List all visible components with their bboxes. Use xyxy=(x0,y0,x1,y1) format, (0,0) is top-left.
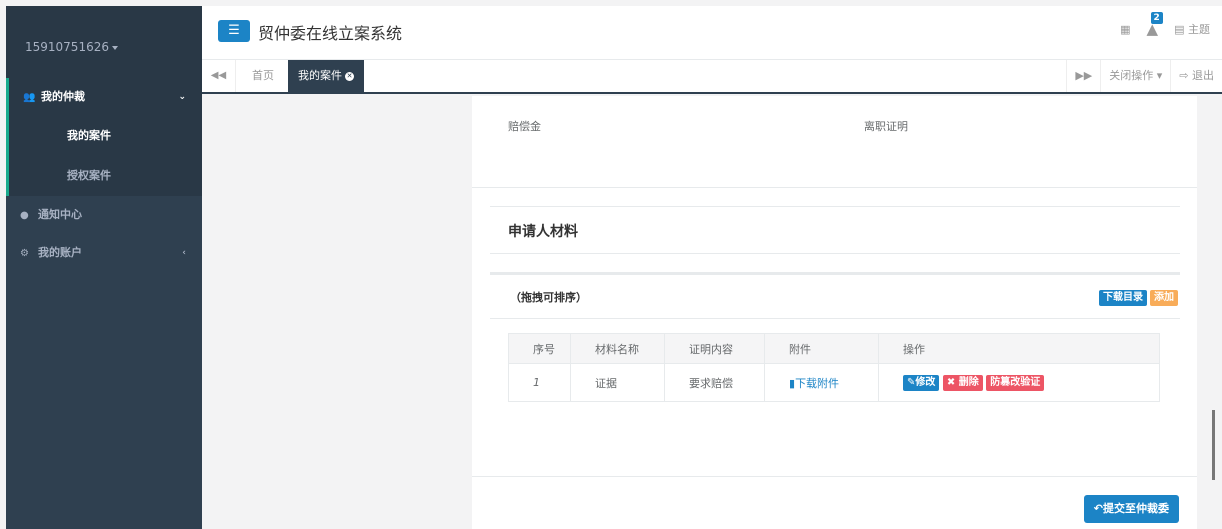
row-actions: ✎修改 ✖ 删除 防篡改验证 xyxy=(878,363,1160,402)
notification-bell[interactable]: ▲ 2 xyxy=(1147,12,1163,38)
download-catalog-button[interactable]: 下载目录 xyxy=(1099,290,1147,306)
tamper-verify-button[interactable]: 防篡改验证 xyxy=(986,374,1045,391)
header-tools: ▦ ▲ 2 ▤ 主题 xyxy=(1120,12,1210,38)
top-header: ☰ 贸仲委在线立案系统 ▦ ▲ 2 ▤ 主题 xyxy=(202,6,1222,60)
caret-down-icon: ▾ xyxy=(1156,69,1163,82)
theme-label: 主题 xyxy=(1188,23,1210,36)
tab-tools: ▶▶ 关闭操作 ▾ ⇨ 退出 xyxy=(1066,60,1222,92)
gear-icon: ⚙ xyxy=(20,248,29,259)
sidebar: 15910751626 👥 我的仲裁 ⌄ 我的案件 授权案件 ● 通知中心 ⚙ 我的账… xyxy=(6,6,202,529)
backward-icon: ◀◀ xyxy=(210,70,227,81)
sidebar-item-my-cases[interactable]: 我的案件 xyxy=(9,116,202,156)
user-profile[interactable]: 15910751626 xyxy=(6,6,202,78)
field-compensation: 赔偿金 xyxy=(508,120,541,133)
chevron-down-icon: ⌄ xyxy=(178,92,186,102)
menu-toggle-button[interactable]: ☰ xyxy=(218,20,250,42)
col-content: 证明内容 xyxy=(664,333,765,364)
sidebar-item-my-arbitration[interactable]: 👥 我的仲裁 ⌄ xyxy=(9,78,202,116)
add-button[interactable]: 添加 xyxy=(1150,290,1178,306)
tab-bar: ◀◀ 首页 我的案件 ✕ ▶▶ 关闭操作 ▾ ⇨ 退出 xyxy=(202,60,1222,94)
col-actions: 操作 xyxy=(878,333,1160,364)
col-no: 序号 xyxy=(508,333,571,364)
close-ops-dropdown[interactable]: 关闭操作 ▾ xyxy=(1100,60,1170,92)
submit-to-commission-button[interactable]: ↶提交至仲裁委 xyxy=(1083,495,1179,523)
col-name: 材料名称 xyxy=(570,333,665,364)
col-attachment: 附件 xyxy=(764,333,879,364)
users-icon: 👥 xyxy=(23,92,36,103)
delete-label: 删除 xyxy=(958,376,979,388)
edit-button[interactable]: ✎修改 xyxy=(903,374,940,391)
table-header-row: 序号 材料名称 证明内容 附件 操作 xyxy=(508,333,1160,364)
theme-button[interactable]: ▤ 主题 xyxy=(1174,21,1210,37)
hamburger-icon: ☰ xyxy=(228,23,240,38)
panel-footer: ↶提交至仲裁委 xyxy=(472,476,1197,529)
sidebar-item-label: 我的仲裁 xyxy=(41,90,85,103)
tab-scroll-right-button[interactable]: ▶▶ xyxy=(1066,60,1100,92)
tab-label: 我的案件 xyxy=(298,69,342,82)
user-phone: 15910751626 xyxy=(25,40,109,54)
download-attachment-link[interactable]: ▮下载附件 xyxy=(789,377,839,390)
main-panel: 赔偿金 离职证明 申请人材料 （拖拽可排序） 下载目录 添加 序号 材料名称 证… xyxy=(472,96,1197,529)
sidebar-item-label: 通知中心 xyxy=(38,208,82,221)
drag-sort-hint: （拖拽可排序） xyxy=(510,291,587,304)
delete-x-icon: ✖ xyxy=(946,376,956,388)
logout-icon: ⇨ xyxy=(1179,69,1189,82)
chevron-left-icon: ‹ xyxy=(182,248,186,258)
theme-icon: ▤ xyxy=(1174,23,1185,36)
sidebar-item-authorized-cases[interactable]: 授权案件 xyxy=(9,156,202,196)
section-title: 申请人材料 xyxy=(490,206,1180,254)
logout-button[interactable]: ⇨ 退出 xyxy=(1170,60,1222,92)
reply-icon: ↶ xyxy=(1093,502,1103,515)
table-row[interactable]: 1 证据 要求赔偿 ▮下载附件 ✎修改 ✖ 删除 防篡改验证 xyxy=(508,363,1160,402)
row-name: 证据 xyxy=(570,363,665,402)
materials-box: （拖拽可排序） 下载目录 添加 序号 材料名称 证明内容 附件 操作 1 证据 xyxy=(490,272,1180,472)
materials-box-header: （拖拽可排序） 下载目录 添加 xyxy=(490,275,1180,319)
delete-button[interactable]: ✖ 删除 xyxy=(942,374,983,391)
sidebar-item-notifications[interactable]: ● 通知中心 xyxy=(6,196,202,234)
materials-table: 序号 材料名称 证明内容 附件 操作 1 证据 要求赔偿 ▮下载附件 ✎修改 ✖… xyxy=(508,333,1160,402)
nav-group-arbitration: 👥 我的仲裁 ⌄ 我的案件 授权案件 xyxy=(6,78,202,196)
info-row: 赔偿金 离职证明 xyxy=(472,96,1197,188)
tab-my-cases[interactable]: 我的案件 ✕ xyxy=(288,60,364,92)
download-attachment-label: 下载附件 xyxy=(795,376,840,390)
field-resignation-proof: 离职证明 xyxy=(864,120,908,133)
box-tools: 下载目录 添加 xyxy=(1099,290,1178,306)
qrcode-icon[interactable]: ▦ xyxy=(1120,23,1130,36)
row-attachment: ▮下载附件 xyxy=(764,363,879,402)
logout-label: 退出 xyxy=(1192,69,1214,82)
sidebar-item-label: 我的账户 xyxy=(38,246,82,259)
sidebar-item-my-account[interactable]: ⚙ 我的账户 ‹ xyxy=(6,234,202,272)
close-ops-label: 关闭操作 xyxy=(1109,69,1154,82)
caret-down-icon xyxy=(111,45,118,50)
row-no: 1 xyxy=(508,363,571,402)
close-icon[interactable]: ✕ xyxy=(345,71,354,81)
edit-label: 修改 xyxy=(915,376,936,388)
tab-scroll-left-button[interactable]: ◀◀ xyxy=(202,60,236,92)
row-content: 要求赔偿 xyxy=(664,363,765,402)
app-title: 贸仲委在线立案系统 xyxy=(258,24,403,43)
tab-home[interactable]: 首页 xyxy=(242,60,284,92)
submit-label: 提交至仲裁委 xyxy=(1103,502,1169,515)
page-scrollbar[interactable] xyxy=(1212,410,1215,480)
notification-badge: 2 xyxy=(1150,12,1163,24)
comment-icon: ● xyxy=(20,210,29,221)
forward-icon: ▶▶ xyxy=(1075,69,1093,82)
